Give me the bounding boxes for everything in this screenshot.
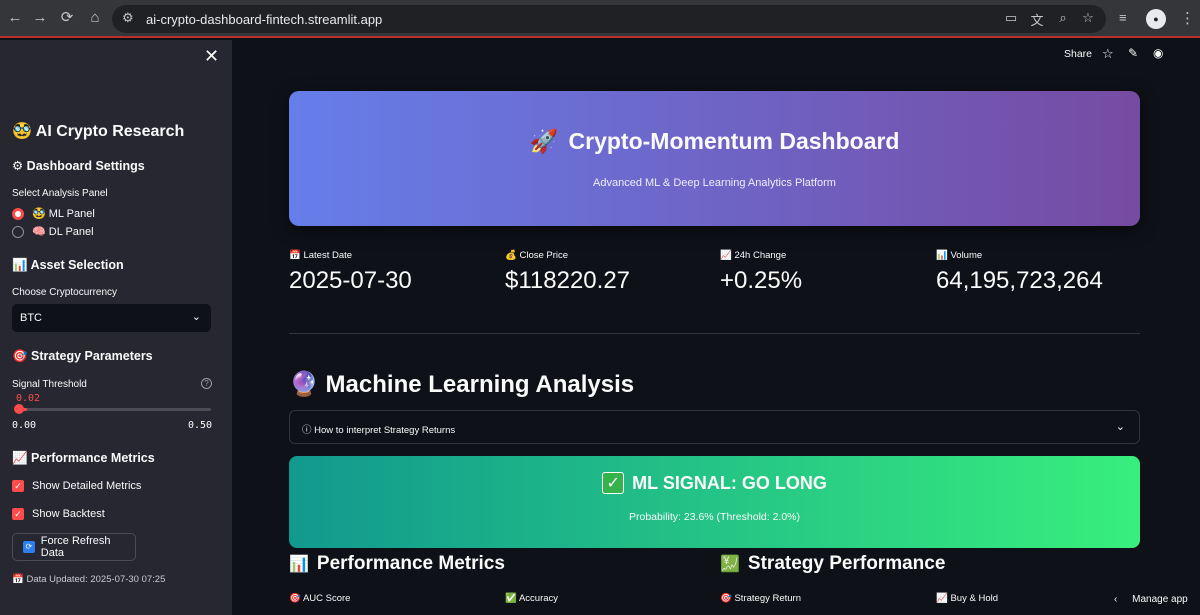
hero-title-text: Crypto-Momentum Dashboard bbox=[568, 128, 900, 154]
manage-app-label: Manage app bbox=[1132, 594, 1188, 605]
signal-probability: Probability: 23.6% (Threshold: 2.0%) bbox=[629, 511, 800, 523]
metric-volume: 📊 Volume 64,195,723,264 bbox=[936, 250, 1103, 295]
strategy-performance-section-heading: 💹 Strategy Performance bbox=[720, 553, 945, 575]
threshold-max: 0.50 bbox=[188, 420, 213, 431]
metric-close-price: 💰 Close Price $118220.27 bbox=[505, 250, 630, 295]
close-sidebar-icon[interactable]: ✕ bbox=[204, 46, 219, 67]
rocket-icon: 🚀 bbox=[529, 128, 559, 154]
radio-ml-panel[interactable]: 🥸 ML Panel bbox=[12, 207, 95, 220]
translate-icon[interactable]: 文 bbox=[1028, 10, 1046, 29]
strategy-parameters-heading: 🎯 Strategy Parameters bbox=[12, 349, 153, 363]
url-text[interactable]: ai-crypto-dashboard-fintech.streamlit.ap… bbox=[146, 12, 382, 27]
threshold-slider-track[interactable] bbox=[19, 408, 211, 411]
hero-banner: 🚀 Crypto-Momentum Dashboard Advanced ML … bbox=[289, 91, 1140, 226]
crypto-select-value: BTC bbox=[20, 312, 42, 324]
chevron-down-icon: ⌄ bbox=[1115, 421, 1125, 433]
metric-value: 2025-07-30 bbox=[289, 267, 412, 294]
dashboard-settings-heading: ⚙ Dashboard Settings bbox=[12, 159, 145, 173]
media-control-icon[interactable]: ≡ bbox=[1119, 10, 1127, 25]
strategy-returns-expander[interactable]: ⓘ How to interpret Strategy Returns ⌄ bbox=[289, 410, 1140, 444]
radio-dl-panel[interactable]: 🧠 DL Panel bbox=[12, 225, 94, 238]
checkbox-backtest[interactable]: ✓ Show Backtest bbox=[12, 508, 105, 520]
checkbox-label: Show Detailed Metrics bbox=[32, 480, 142, 492]
crypto-select[interactable]: BTC ⌄ bbox=[12, 304, 211, 332]
checkbox-detailed-metrics[interactable]: ✓ Show Detailed Metrics bbox=[12, 480, 141, 492]
strategy-performance-title: Strategy Performance bbox=[747, 553, 946, 574]
accuracy-label: ✅ Accuracy bbox=[505, 593, 559, 604]
address-bar[interactable]: ⚙ ai-crypto-dashboard-fintech.streamlit.… bbox=[112, 5, 1106, 33]
buy-hold-label: 📈 Buy & Hold bbox=[936, 593, 998, 604]
force-refresh-label: Force Refresh Data bbox=[40, 535, 111, 559]
chevron-left-icon: ‹ bbox=[1114, 594, 1118, 605]
browser-menu-icon[interactable]: ⋮ bbox=[1180, 9, 1195, 27]
radio-unselected-indicator[interactable] bbox=[12, 225, 24, 238]
signal-title-text: ML SIGNAL: GO LONG bbox=[632, 472, 827, 493]
checkbox-checked-icon[interactable]: ✓ bbox=[12, 508, 24, 520]
metric-label: 📊 Volume bbox=[936, 250, 983, 261]
checkbox-checked-icon[interactable]: ✓ bbox=[12, 480, 24, 492]
metric-value: 64,195,723,264 bbox=[936, 267, 1103, 294]
help-icon[interactable]: ? bbox=[201, 378, 212, 389]
auc-score-label: 🎯 AUC Score bbox=[289, 593, 351, 604]
forward-icon[interactable]: → bbox=[31, 9, 49, 27]
back-icon[interactable]: ← bbox=[6, 9, 24, 27]
edit-icon[interactable]: ✎ bbox=[1128, 46, 1138, 60]
zoom-icon[interactable]: ⌕ bbox=[1054, 10, 1072, 26]
radio-selected-indicator[interactable] bbox=[12, 207, 24, 220]
check-icon: ✓ bbox=[602, 472, 625, 494]
threshold-slider-thumb[interactable] bbox=[14, 404, 24, 414]
ml-signal-banner: ✓ ML SIGNAL: GO LONG Probability: 23.6% … bbox=[289, 456, 1140, 548]
browser-toolbar: ← → ⟳ ⌂ ⚙ ai-crypto-dashboard-fintech.st… bbox=[0, 0, 1200, 38]
bookmark-star-icon[interactable]: ☆ bbox=[1079, 10, 1097, 26]
chart-up-icon: 💹 bbox=[720, 556, 740, 573]
signal-title: ✓ ML SIGNAL: GO LONG bbox=[289, 472, 1140, 494]
site-settings-icon[interactable]: ⚙ bbox=[122, 10, 134, 26]
threshold-min: 0.00 bbox=[12, 420, 37, 431]
threshold-label: Signal Threshold bbox=[12, 379, 87, 390]
metric-label: 📅 Latest Date bbox=[289, 250, 353, 261]
reload-icon[interactable]: ⟳ bbox=[58, 9, 76, 27]
asset-selection-heading: 📊 Asset Selection bbox=[12, 258, 124, 272]
refresh-icon: ⟳ bbox=[23, 541, 35, 553]
expander-label: ⓘ How to interpret Strategy Returns bbox=[302, 425, 456, 436]
github-icon[interactable]: ◉ bbox=[1153, 46, 1163, 60]
metric-latest-date: 📅 Latest Date 2025-07-30 bbox=[289, 250, 412, 295]
metric-value: +0.25% bbox=[720, 267, 803, 294]
hero-subtitle: Advanced ML & Deep Learning Analytics Pl… bbox=[593, 177, 836, 189]
divider bbox=[289, 333, 1140, 334]
radio-label: 🧠 DL Panel bbox=[32, 226, 94, 238]
panel-select-label: Select Analysis Panel bbox=[12, 188, 108, 199]
performance-metrics-section-heading: 📊 Performance Metrics bbox=[289, 553, 505, 575]
manage-app-button[interactable]: ‹ Manage app bbox=[1114, 594, 1188, 605]
metric-24h-change: 📈 24h Change +0.25% bbox=[720, 250, 802, 295]
metric-value: $118220.27 bbox=[505, 267, 631, 294]
star-icon[interactable]: ☆ bbox=[1102, 46, 1114, 62]
threshold-value: 0.02 bbox=[16, 393, 41, 404]
data-updated-text: 📅 Data Updated: 2025-07-30 07:25 bbox=[12, 574, 166, 585]
radio-label: 🥸 ML Panel bbox=[32, 208, 95, 220]
main-content: Share ☆ ✎ ◉ 🚀 Crypto-Momentum Dashboard … bbox=[232, 40, 1200, 615]
performance-metrics-title: Performance Metrics bbox=[316, 553, 505, 574]
install-app-icon[interactable]: ▭ bbox=[1002, 10, 1020, 26]
checkbox-label: Show Backtest bbox=[32, 508, 105, 520]
chevron-down-icon: ⌄ bbox=[191, 311, 201, 323]
force-refresh-button[interactable]: ⟳ Force Refresh Data bbox=[12, 533, 136, 561]
ml-analysis-heading: 🔮 Machine Learning Analysis bbox=[289, 371, 635, 398]
profile-avatar[interactable]: ● bbox=[1146, 9, 1166, 29]
sidebar-app-title: 🥸 AI Crypto Research bbox=[12, 123, 185, 140]
crypto-select-label: Choose Cryptocurrency bbox=[12, 287, 118, 298]
home-icon[interactable]: ⌂ bbox=[86, 9, 104, 27]
strategy-return-label: 🎯 Strategy Return bbox=[720, 593, 802, 604]
metric-label: 💰 Close Price bbox=[505, 250, 569, 261]
share-button[interactable]: Share bbox=[1064, 48, 1092, 60]
hero-title: 🚀 Crypto-Momentum Dashboard bbox=[289, 128, 1140, 155]
performance-metrics-heading: 📈 Performance Metrics bbox=[12, 451, 155, 465]
sidebar: ✕ 🥸 AI Crypto Research ⚙ Dashboard Setti… bbox=[0, 40, 232, 615]
metric-label: 📈 24h Change bbox=[720, 250, 787, 261]
bar-chart-icon: 📊 bbox=[289, 556, 309, 573]
